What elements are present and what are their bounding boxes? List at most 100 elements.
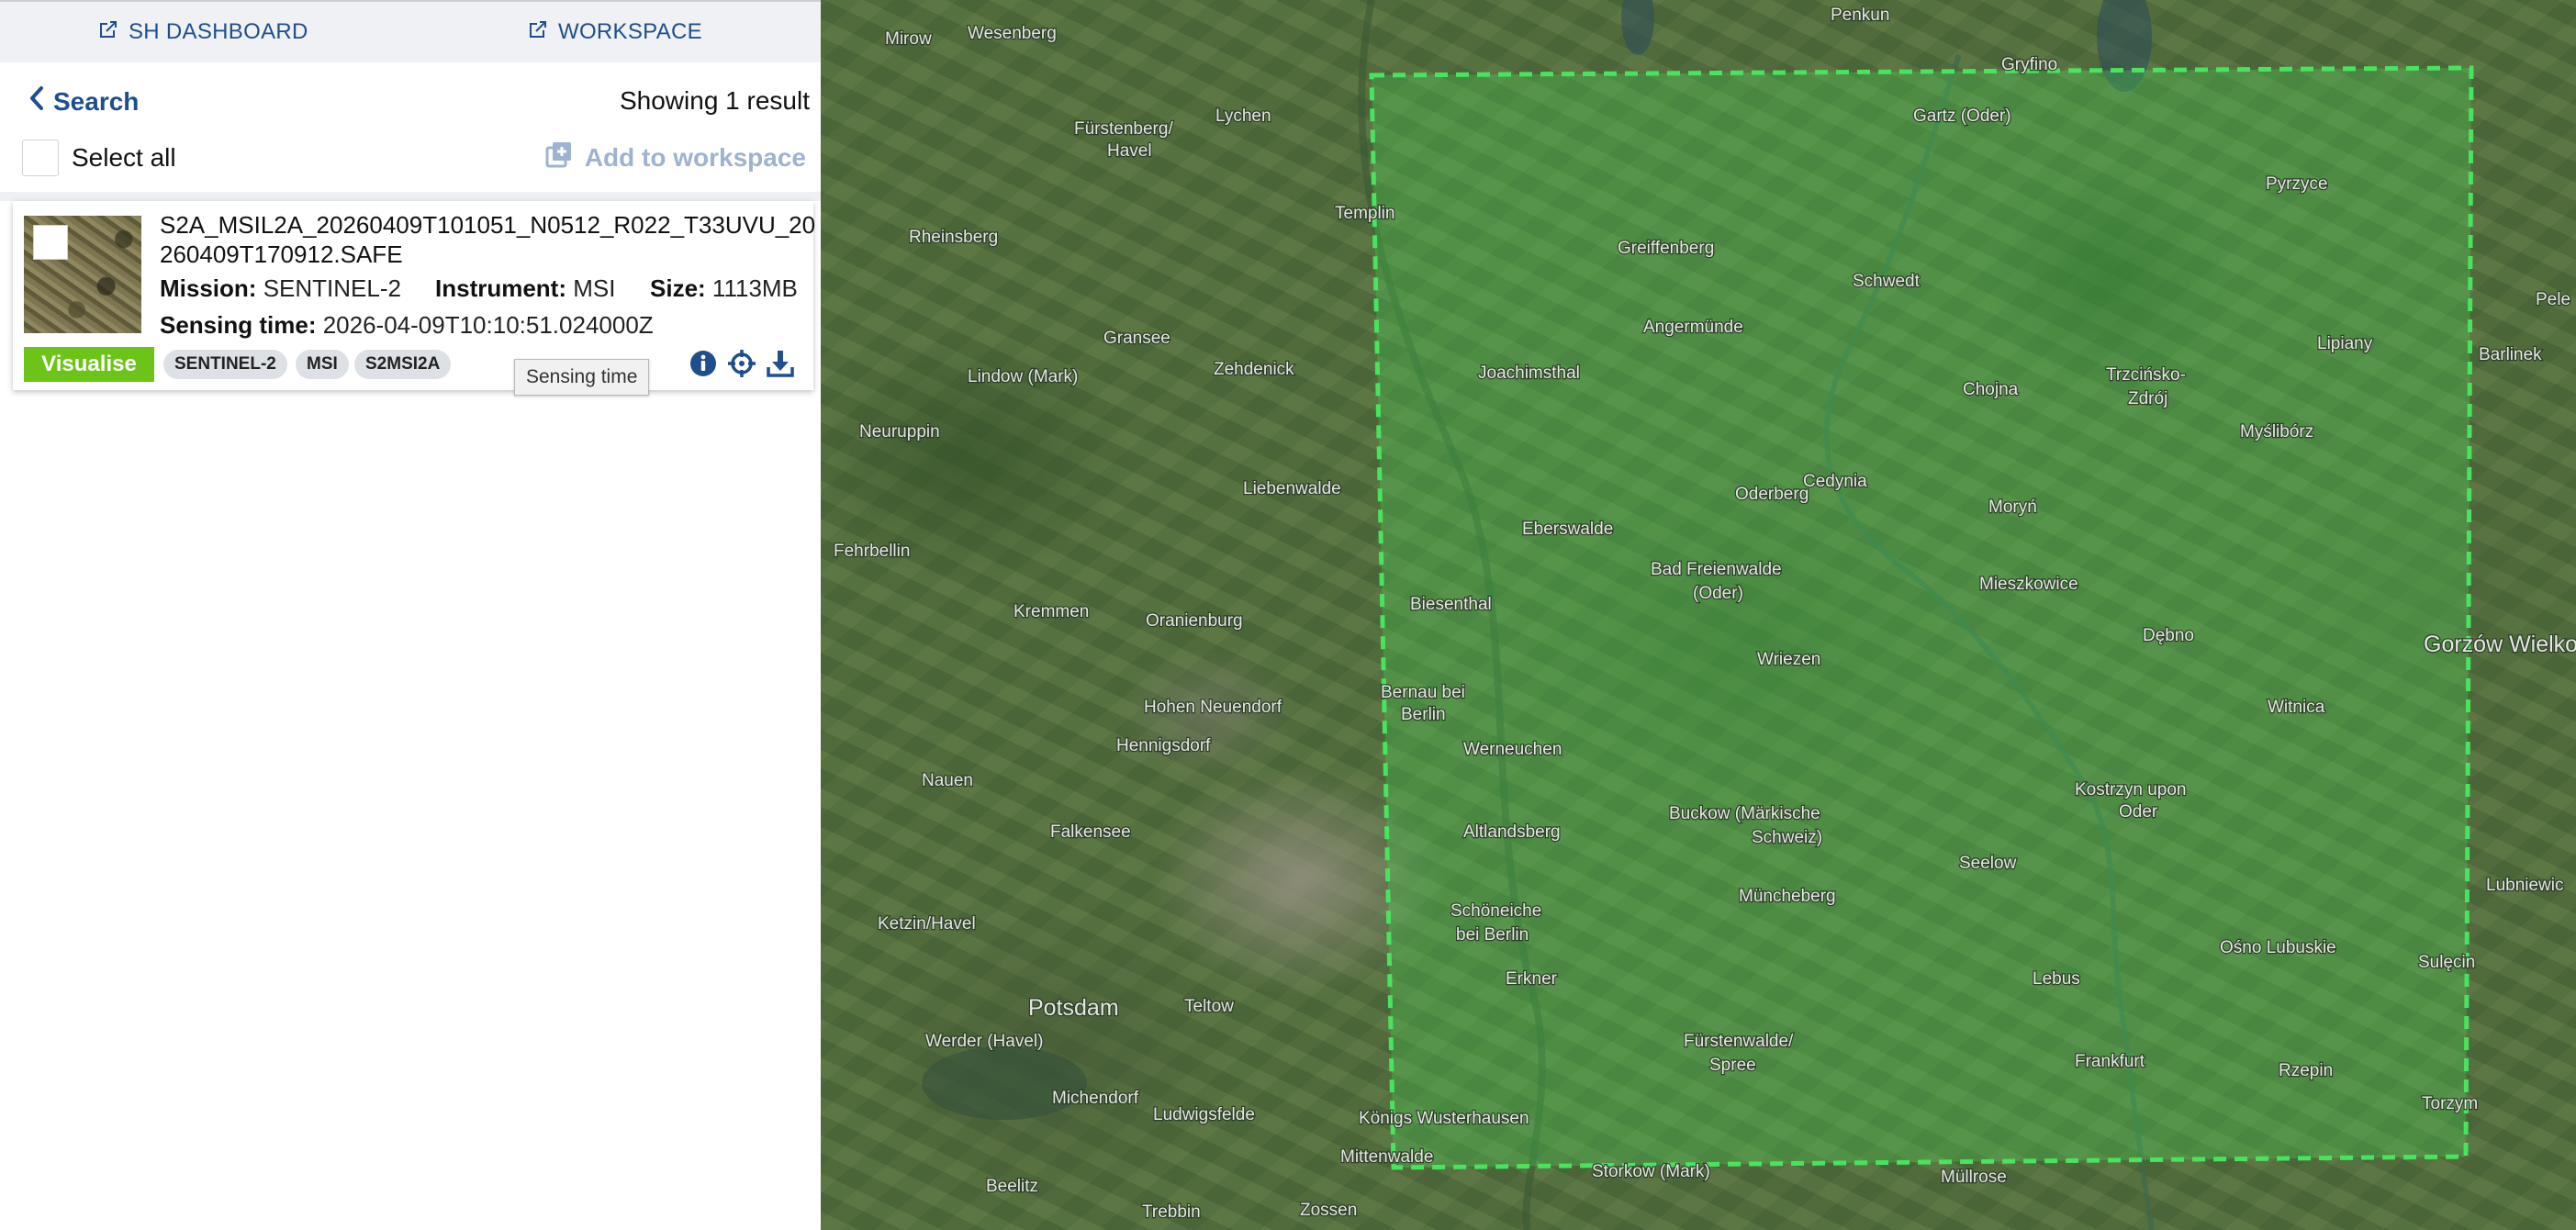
place-label: Bernau bei <box>1381 683 1465 702</box>
select-all-label: Select all <box>72 143 176 172</box>
chevron-left-icon <box>29 86 44 117</box>
place-label: Zossen <box>1300 1201 1357 1220</box>
place-label: Erkner <box>1506 969 1558 989</box>
mission-tag: SENTINEL-2 <box>163 350 287 379</box>
place-label: Wesenberg <box>968 24 1057 43</box>
place-label: Lipiany <box>2317 334 2373 353</box>
back-to-search-button[interactable]: Search <box>29 86 139 117</box>
place-label: Rzepin <box>2279 1061 2333 1080</box>
place-label: Altlandsberg <box>1463 822 1561 842</box>
place-label: Penkun <box>1831 6 1889 25</box>
place-label: Oderberg <box>1735 485 1809 504</box>
size-field: Size: 1113MB <box>650 274 798 303</box>
place-label: Mieszkowice <box>1979 575 2078 594</box>
place-label: Havel <box>1107 141 1152 161</box>
result-checkbox[interactable] <box>33 225 68 260</box>
add-to-workspace-button[interactable]: Add to workspace <box>544 140 806 175</box>
place-label: Trebbin <box>1142 1202 1201 1222</box>
lake <box>922 1046 1087 1120</box>
visualise-button[interactable]: Visualise <box>24 347 154 382</box>
place-label: Cedynia <box>1803 472 1867 491</box>
instrument-field: Instrument: MSI <box>435 274 615 303</box>
place-label: Potsdam <box>1028 995 1119 1021</box>
map-view[interactable]: Penkun Mirow Wesenberg Gryfino Gartz (Od… <box>821 0 2576 1230</box>
sensing-time-tooltip: Sensing time <box>514 359 650 396</box>
crosshair-icon[interactable] <box>727 349 756 378</box>
sh-dashboard-link[interactable]: SH DASHBOARD <box>97 2 308 62</box>
place-label: Gartz (Oder) <box>1913 106 2011 126</box>
place-label: Gryfino <box>2001 55 2057 74</box>
place-label: Schwedt <box>1853 272 1921 291</box>
add-to-workspace-label: Add to workspace <box>584 142 806 172</box>
select-all[interactable]: Select all <box>22 140 176 176</box>
place-label: Schöneiche <box>1450 901 1541 921</box>
workspace-label: WORKSPACE <box>558 19 702 44</box>
place-label: Mittenwalde <box>1340 1147 1433 1167</box>
place-label: Buckow (Märkische <box>1669 804 1820 823</box>
place-label: Storkow (Mark) <box>1592 1162 1710 1181</box>
place-label: Hennigsdorf <box>1116 736 1211 755</box>
place-label: Biesenthal <box>1410 595 1492 614</box>
place-label: Schweiz) <box>1752 828 1822 847</box>
place-label: Chojna <box>1963 380 2019 399</box>
top-bar: SH DASHBOARD WORKSPACE <box>0 0 821 62</box>
place-label: Beelitz <box>986 1177 1038 1196</box>
place-label: Kremmen <box>1014 602 1089 621</box>
back-label: Search <box>53 86 140 116</box>
place-label: Ketzin/Havel <box>878 914 976 934</box>
instrument-tag: MSI <box>296 350 349 379</box>
place-label: Fehrbellin <box>834 542 910 561</box>
place-label: Oder <box>2119 802 2158 822</box>
instrument-value: MSI <box>573 274 616 302</box>
place-label: Torzym <box>2422 1094 2478 1113</box>
place-label: Eberswalde <box>1522 520 1613 539</box>
place-label: Greiffenberg <box>1618 239 1714 258</box>
result-filename: S2A_MSIL2A_20260409T101051_N0512_R022_T3… <box>160 211 816 268</box>
info-icon[interactable] <box>689 349 718 378</box>
place-label: Falkensee <box>1050 822 1131 842</box>
place-label: Lindow (Mark) <box>968 367 1078 386</box>
place-label: Frankfurt <box>2075 1052 2145 1071</box>
sensing-time-label: Sensing time: <box>160 311 317 339</box>
external-link-icon <box>97 18 119 47</box>
place-label: Myślibórz <box>2240 422 2313 442</box>
place-label: bei Berlin <box>1456 925 1529 945</box>
place-label: Hohen Neuendorf <box>1144 698 1282 717</box>
place-label: Gorzów Wielko <box>2424 632 2576 657</box>
place-label: Teltow <box>1184 997 1234 1016</box>
place-label: Fürstenwalde/ <box>1684 1032 1794 1051</box>
place-label: Sulęcin <box>2418 953 2475 972</box>
place-label: Gransee <box>1103 329 1170 348</box>
results-header: Search Showing 1 result Select all Add t… <box>7 62 817 192</box>
mission-value: SENTINEL-2 <box>263 274 401 302</box>
select-all-checkbox[interactable] <box>22 140 59 176</box>
place-label: Königs Wusterhausen <box>1359 1109 1529 1128</box>
download-icon[interactable] <box>766 349 795 378</box>
result-card: S2A_MSIL2A_20260409T101051_N0512_R022_T3… <box>13 201 815 396</box>
place-label: (Oder) <box>1693 584 1743 603</box>
place-label: Pyrzyce <box>2266 174 2328 194</box>
place-label: Angermünde <box>1643 318 1743 337</box>
place-label: Moryń <box>1988 498 2037 517</box>
place-label: Zdrój <box>2128 389 2167 408</box>
mission-label: Mission: <box>160 274 257 302</box>
place-label: Trzcińsko- <box>2106 365 2186 385</box>
place-label: Müllrose <box>1941 1168 2007 1187</box>
map-overlay: Penkun Mirow Wesenberg Gryfino Gartz (Od… <box>833 0 2576 1230</box>
result-thumbnail <box>24 216 141 333</box>
lake <box>1621 0 1654 55</box>
footprint-polygon[interactable] <box>1369 65 2474 1170</box>
mission-field: Mission: SENTINEL-2 <box>160 274 401 303</box>
place-label: Spree <box>1709 1056 1756 1075</box>
place-label: Bad Freienwalde <box>1651 560 1782 579</box>
size-label: Size: <box>650 274 706 302</box>
place-label: Fürstenberg/ <box>1074 119 1173 139</box>
place-label: Templin <box>1335 204 1394 223</box>
product-type-tag: S2MSI2A <box>354 350 452 379</box>
place-label: Müncheberg <box>1739 887 1836 906</box>
workspace-link[interactable]: WORKSPACE <box>527 2 702 62</box>
place-label: Werneuchen <box>1463 740 1562 759</box>
results-count: Showing 1 result <box>619 86 810 115</box>
results-panel: SH DASHBOARD WORKSPACE Search Showing 1 … <box>0 0 821 1230</box>
place-label: Nauen <box>922 771 973 790</box>
